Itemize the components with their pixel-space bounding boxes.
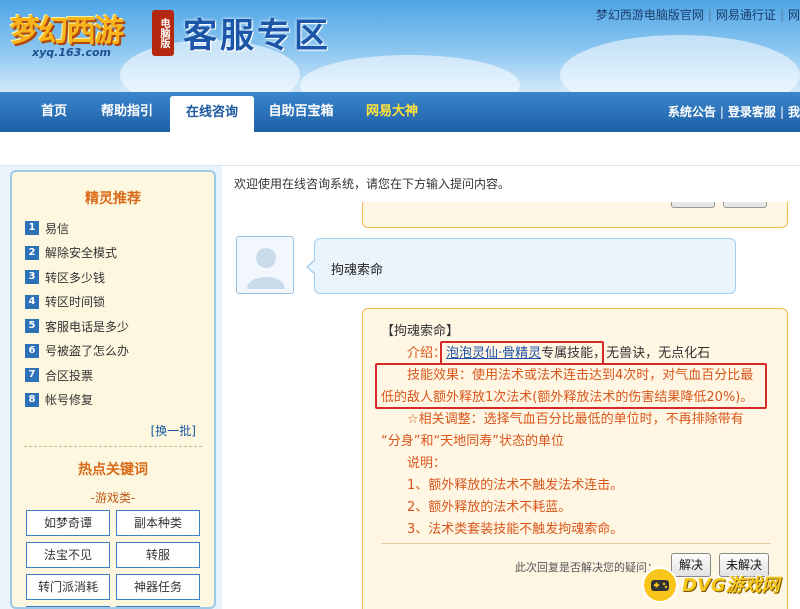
item-number: 5 <box>25 319 39 334</box>
recommend-item[interactable]: 8 帐号修复 <box>25 388 214 413</box>
recommend-item[interactable]: 2 解除安全模式 <box>25 241 214 266</box>
item-label: 合区投票 <box>45 368 94 383</box>
reply-title: 【拘魂索命】 <box>381 324 460 339</box>
reply-note-item: 2、额外释放的法术不耗蓝。 <box>407 500 572 515</box>
logo-text: 梦幻西游 <box>10 14 124 49</box>
keyword-button[interactable]: 转服 <box>116 542 200 568</box>
recommend-item[interactable]: 1 易信 <box>25 216 214 241</box>
page-title: 客服专区 <box>183 16 331 56</box>
recommend-list: 1 易信 2 解除安全模式 3 转区多少钱 4 转区时间锁 5 客服电话是多少 6 号被盗了… <box>12 216 214 412</box>
cloud-decoration <box>560 35 800 92</box>
top-links: 梦幻西游电脑版官网 | 网易通行证 | 网 <box>596 6 800 23</box>
game-category-label: -游戏类- <box>90 491 136 505</box>
nav-self-service[interactable]: 自助百宝箱 <box>262 92 340 132</box>
site-header: 梦幻西游 xyq.163.com 电脑版 客服专区 梦幻西游电脑版官网 | 网易通行… <box>0 0 800 92</box>
item-number: 3 <box>25 270 39 285</box>
intro-exclusive: 专属技能 <box>541 346 594 361</box>
reply-effect-line2: 低的敌人额外释放1次法术(额外释放法术的伤害结果降低20%)。 <box>381 390 754 405</box>
reply-intro: 介绍：泡泡灵仙·骨精灵专属技能，无兽诀，无点化石 <box>381 343 781 365</box>
item-label: 转区时间锁 <box>45 295 106 310</box>
keyword-button[interactable]: 转门派消耗 <box>26 574 110 600</box>
keyword-button[interactable]: 法宝不见 <box>26 542 110 568</box>
game-logo[interactable]: 梦幻西游 xyq.163.com <box>10 4 170 66</box>
keyword-button[interactable]: 神器任务 <box>116 574 200 600</box>
user-avatar <box>236 236 294 294</box>
user-message-text: 拘魂索命 <box>331 263 384 278</box>
sidebar-title: 精灵推荐 <box>85 191 141 207</box>
skill-owner-link[interactable]: 泡泡灵仙·骨精灵 <box>446 346 541 361</box>
item-number: 7 <box>25 368 39 383</box>
pc-version-badge: 电脑版 <box>152 10 174 56</box>
divider <box>24 446 202 447</box>
reply-adjust-line2: “分身”和“天地同寿”状态的单位 <box>381 434 564 449</box>
hot-keywords-title: 热点关键词 <box>78 462 148 478</box>
reply-content: 【拘魂索命】 介绍：泡泡灵仙·骨精灵专属技能，无兽诀，无点化石 技能效果：使用法… <box>381 321 781 541</box>
item-label: 转区多少钱 <box>45 270 106 285</box>
reply-note-label: 说明： <box>407 456 447 471</box>
item-number: 6 <box>25 343 39 358</box>
prev-unsolved-button[interactable] <box>723 202 767 208</box>
separator: | <box>719 105 724 119</box>
gamepad-logo-icon <box>642 567 678 603</box>
watermark-text: DVG游戏网 <box>682 575 780 596</box>
separator: | <box>779 8 784 22</box>
main-nav: 首页 帮助指引 在线咨询 自助百宝箱 网易大神 系统公告 | 登录客服 | 我 <box>0 92 800 132</box>
recommend-item[interactable]: 3 转区多少钱 <box>25 265 214 290</box>
welcome-text: 欢迎使用在线咨询系统，请您在下方输入提问内容。 <box>234 177 511 191</box>
more-link[interactable]: 网 <box>788 8 800 22</box>
system-notice-link[interactable]: 系统公告 <box>668 105 716 119</box>
separator: | <box>779 105 784 119</box>
reply-footer-divider <box>381 543 771 544</box>
recommend-item[interactable]: 5 客服电话是多少 <box>25 314 214 339</box>
netease-passport-link[interactable]: 网易通行证 <box>716 8 776 22</box>
item-label: 号被盗了怎么办 <box>45 344 130 359</box>
recommend-item[interactable]: 6 号被盗了怎么办 <box>25 339 214 364</box>
nav-netease-god[interactable]: 网易大神 <box>356 92 428 132</box>
more-nav-link[interactable]: 我 <box>788 105 800 119</box>
reply-note-item: 3、法术类套装技能不触发拘魂索命。 <box>407 522 624 537</box>
item-number: 8 <box>25 392 39 407</box>
user-silhouette-icon <box>247 248 285 289</box>
chat-panel: 欢迎使用在线咨询系统，请您在下方输入提问内容。 拘魂索命 【拘魂索命】 介绍：泡… <box>222 166 800 609</box>
sub-bar <box>0 132 800 166</box>
recommend-item[interactable]: 7 合区投票 <box>25 363 214 388</box>
cloud-decoration <box>300 55 520 92</box>
logo-url: xyq.163.com <box>32 46 111 59</box>
login-service-link[interactable]: 登录客服 <box>728 105 776 119</box>
previous-reply-bubble <box>362 202 788 228</box>
separator: | <box>707 8 712 22</box>
item-label: 客服电话是多少 <box>45 319 130 334</box>
keyword-button[interactable]: 副本种类 <box>116 510 200 536</box>
site-watermark: DVG游戏网 <box>642 567 792 603</box>
nav-home[interactable]: 首页 <box>28 92 80 132</box>
keyword-button[interactable]: 如梦奇谭 <box>26 510 110 536</box>
item-number: 1 <box>25 221 39 236</box>
intro-label: 介绍： <box>407 346 447 361</box>
chat-history[interactable]: 拘魂索命 【拘魂索命】 介绍：泡泡灵仙·骨精灵专属技能，无兽诀，无点化石 技能效… <box>222 202 800 609</box>
reply-effect-line1: 技能效果：使用法术或法术连击达到4次时，对气血百分比最 <box>407 368 754 383</box>
nav-online-consult[interactable]: 在线咨询 <box>170 96 254 132</box>
official-site-link[interactable]: 梦幻西游电脑版官网 <box>596 8 704 22</box>
intro-rest: ，无兽诀，无点化石 <box>593 346 711 361</box>
swap-batch-link[interactable]: [换一批] <box>12 422 214 440</box>
sidebar: 精灵推荐 1 易信 2 解除安全模式 3 转区多少钱 4 转区时间锁 5 客服电话是多少 … <box>10 170 216 609</box>
item-label: 易信 <box>45 221 70 236</box>
nav-right-links: 系统公告 | 登录客服 | 我 <box>668 92 800 132</box>
prev-solved-button[interactable] <box>671 202 715 208</box>
recommend-item[interactable]: 4 转区时间锁 <box>25 290 214 315</box>
reply-note-item: 1、额外释放的法术不触发法术连击。 <box>407 478 624 493</box>
solved-question-text: 此次回复是否解决您的疑问： <box>515 561 658 574</box>
reply-adjust-line1: ☆相关调整：选择气血百分比最低的单位时，不再排除带有 <box>407 412 744 427</box>
item-label: 解除安全模式 <box>45 246 118 261</box>
service-reply-bubble: 【拘魂索命】 介绍：泡泡灵仙·骨精灵专属技能，无兽诀，无点化石 技能效果：使用法… <box>362 308 788 609</box>
item-number: 2 <box>25 245 39 260</box>
user-message-bubble: 拘魂索命 <box>306 238 736 294</box>
gamepad-icon <box>651 580 669 591</box>
item-label: 帐号修复 <box>45 393 94 408</box>
nav-help-guide[interactable]: 帮助指引 <box>94 92 160 132</box>
item-number: 4 <box>25 294 39 309</box>
